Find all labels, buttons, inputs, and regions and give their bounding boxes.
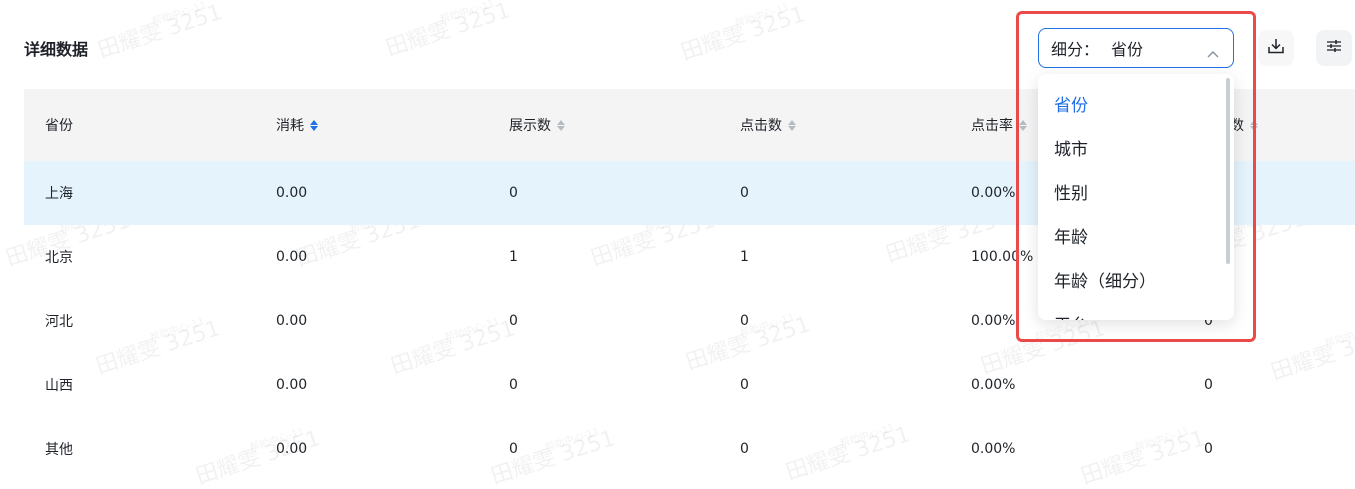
dropdown-option-age-detail[interactable]: 年龄（细分）	[1038, 257, 1234, 301]
watermark: 田耀雯 3251帮助中心-11	[95, 0, 226, 64]
cell-cost: 0.00	[276, 377, 308, 393]
page-title: 详细数据	[24, 40, 89, 59]
download-button[interactable]	[1258, 30, 1294, 66]
cell-ctr: 0.00%	[971, 377, 1016, 393]
cell-cost: 0.00	[276, 249, 308, 265]
cell-clicks: 0	[740, 441, 749, 457]
col-header-cost[interactable]: 消耗	[276, 89, 318, 161]
cell-col6: 0	[1204, 441, 1213, 457]
dropdown-option-age[interactable]: 年龄	[1038, 213, 1234, 257]
sliders-icon	[1325, 37, 1343, 59]
chevron-up-icon	[1207, 43, 1219, 62]
col-header-6[interactable]: 数	[1230, 89, 1258, 161]
column-settings-button[interactable]	[1316, 30, 1352, 66]
cell-cost: 0.00	[276, 313, 308, 329]
dropdown-scrollbar[interactable]	[1226, 78, 1230, 264]
col-header-ctr[interactable]: 点击率	[971, 89, 1027, 161]
cell-impressions: 0	[509, 377, 518, 393]
watermark: 田耀雯 3251帮助中心-11	[383, 0, 514, 62]
cell-impressions: 0	[509, 313, 518, 329]
watermark: 田耀雯 3251帮助中心-11	[678, 2, 809, 66]
breakdown-select[interactable]: 细分： 省份	[1038, 28, 1234, 68]
cell-province: 北京	[45, 250, 73, 266]
cell-ctr: 0.00%	[971, 185, 1016, 201]
col-header-clicks[interactable]: 点击数	[740, 89, 796, 161]
sort-icon[interactable]	[557, 119, 565, 131]
cell-impressions: 0	[509, 185, 518, 201]
cell-cost: 0.00	[276, 441, 308, 457]
table-row[interactable]: 其他 0.00 0 0 0.00% 0	[24, 417, 1355, 481]
cell-clicks: 0	[740, 377, 749, 393]
dropdown-option-gender[interactable]: 性别	[1038, 169, 1234, 213]
dropdown-option-province[interactable]: 省份	[1038, 81, 1234, 125]
sort-icon[interactable]	[788, 119, 796, 131]
cell-province: 上海	[45, 186, 73, 202]
cell-ctr: 0.00%	[971, 313, 1016, 329]
dropdown-option-platform[interactable]: 平台	[1038, 301, 1234, 321]
cell-ctr: 100.00%	[971, 249, 1034, 265]
cell-cost: 0.00	[276, 185, 308, 201]
cell-province: 其他	[45, 442, 73, 458]
cell-clicks: 0	[740, 313, 749, 329]
sort-icon[interactable]	[1019, 119, 1027, 131]
dropdown-option-city[interactable]: 城市	[1038, 125, 1234, 169]
cell-clicks: 1	[740, 249, 749, 265]
download-icon	[1267, 37, 1285, 59]
cell-impressions: 1	[509, 249, 518, 265]
breakdown-select-prefix: 细分：	[1051, 40, 1100, 59]
col-header-province: 省份	[45, 118, 73, 134]
cell-province: 河北	[45, 314, 73, 330]
cell-clicks: 0	[740, 185, 749, 201]
sort-icon[interactable]	[1250, 119, 1258, 131]
breakdown-select-value: 省份	[1111, 40, 1144, 59]
cell-province: 山西	[45, 378, 73, 394]
cell-impressions: 0	[509, 441, 518, 457]
table-row[interactable]: 山西 0.00 0 0 0.00% 0	[24, 353, 1355, 417]
breakdown-dropdown-menu: 省份 城市 性别 年龄 年龄（细分） 平台	[1038, 74, 1234, 320]
sort-icon[interactable]	[310, 119, 318, 131]
col-header-impressions[interactable]: 展示数	[509, 89, 565, 161]
cell-col6: 0	[1204, 377, 1213, 393]
cell-ctr: 0.00%	[971, 441, 1016, 457]
